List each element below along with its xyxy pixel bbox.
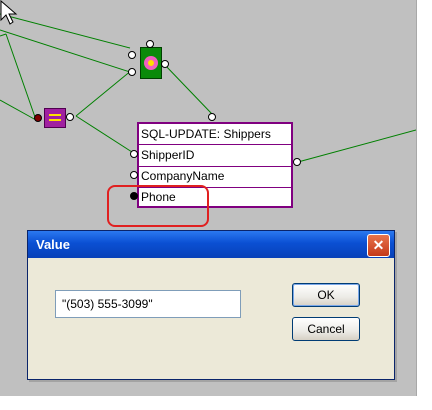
- equals-port-left[interactable]: [34, 114, 42, 122]
- flower-port-left1[interactable]: [128, 51, 136, 59]
- close-button[interactable]: ✕: [367, 234, 390, 257]
- equals-node-icon[interactable]: [44, 108, 66, 128]
- node-top-port[interactable]: [208, 113, 216, 121]
- flower-port-left2[interactable]: [128, 68, 136, 76]
- flower-port-right[interactable]: [161, 60, 169, 68]
- node-right-port[interactable]: [293, 158, 301, 166]
- highlight-box: [107, 185, 209, 227]
- ok-button[interactable]: OK: [292, 283, 360, 307]
- port-shipperid[interactable]: [130, 150, 138, 158]
- node-title: SQL-UPDATE: Shippers: [139, 124, 291, 145]
- dialog-titlebar[interactable]: Value ✕: [28, 231, 394, 258]
- value-dialog: Value ✕ "(503) 555-3099" OK Cancel: [27, 230, 395, 380]
- field-shipperid[interactable]: ShipperID: [139, 145, 291, 167]
- mouse-cursor-icon: [0, 0, 18, 25]
- flower-port-top[interactable]: [146, 40, 154, 48]
- dialog-title: Value: [36, 237, 70, 252]
- value-input[interactable]: "(503) 555-3099": [55, 290, 241, 318]
- cancel-button[interactable]: Cancel: [292, 317, 360, 341]
- flower-node-icon[interactable]: [140, 47, 162, 79]
- equals-port-right[interactable]: [66, 113, 74, 121]
- port-companyname[interactable]: [130, 171, 138, 179]
